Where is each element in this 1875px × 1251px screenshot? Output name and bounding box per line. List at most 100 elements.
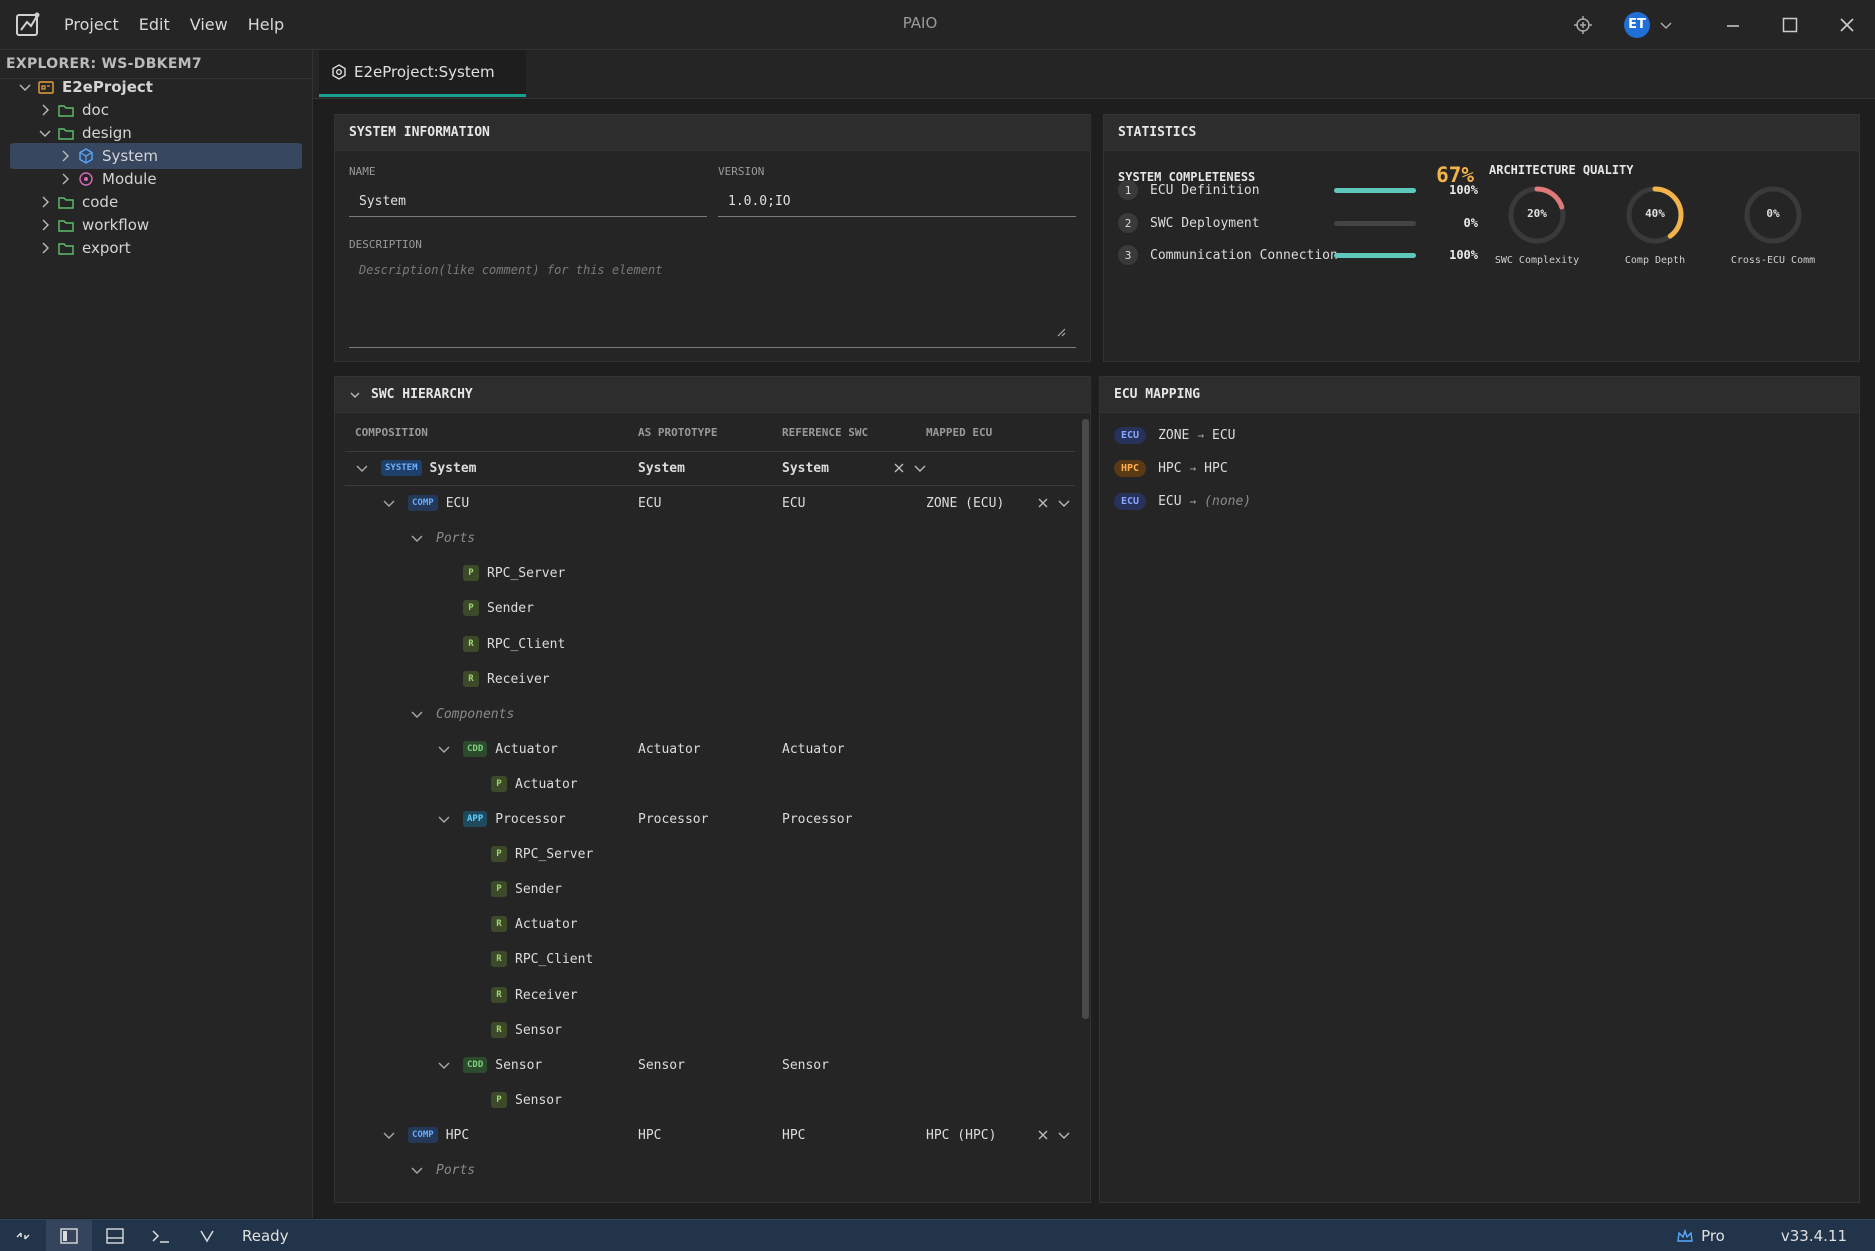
chevron-right-icon[interactable] [38, 103, 52, 117]
table-row[interactable]: R RPC_Client [345, 942, 1075, 976]
chevron-right-icon[interactable] [58, 172, 72, 186]
description-label: DESCRIPTION [349, 238, 422, 251]
plan-label[interactable]: Pro [1701, 1227, 1725, 1245]
table-row[interactable]: P RPC_Server [345, 837, 1075, 871]
group-row[interactable]: Ports [345, 1153, 1075, 1187]
col-as-prototype: AS PROTOTYPE [638, 425, 718, 439]
ecu-mapping-row[interactable]: ECU ZONE → ECU [1114, 421, 1235, 449]
tree-item-export[interactable]: export [0, 235, 300, 261]
gauge-value: 0% [1766, 207, 1780, 220]
table-row[interactable]: R Sensor [345, 1013, 1075, 1047]
swc-hierarchy-header[interactable]: SWC HIERARCHY [335, 377, 1090, 413]
table-row[interactable]: SYSTEM System System System [345, 451, 1075, 486]
chevron-right-icon[interactable] [38, 195, 52, 209]
tab-system[interactable]: E2eProject:System [319, 50, 526, 97]
chevron-down-icon[interactable] [18, 80, 32, 94]
composition-name: Sensor [495, 1057, 543, 1073]
menu-help[interactable]: Help [248, 15, 284, 34]
table-row[interactable]: R Receiver [345, 978, 1075, 1012]
chevron-down-icon[interactable] [38, 126, 52, 140]
ecu-mapping-row[interactable]: ECU ECU → (none) [1114, 487, 1251, 515]
minimize-icon [1726, 24, 1739, 27]
item-percent: 100% [1449, 248, 1478, 262]
table-row[interactable]: P Sensor [345, 1083, 1075, 1117]
completeness-item: 3 Communication Connection 100% [1118, 243, 1488, 267]
toggle-sidebar-button[interactable] [46, 1220, 92, 1251]
chevron-right-icon[interactable] [38, 218, 52, 232]
dropdown-chevron-down-icon[interactable] [1057, 1128, 1071, 1142]
chevron-down-icon[interactable] [355, 461, 369, 475]
collapse-chevron-down-icon[interactable] [349, 389, 361, 401]
table-row[interactable]: APP Processor Processor Processor [345, 802, 1075, 836]
table-row[interactable]: CDD Sensor Sensor Sensor [345, 1048, 1075, 1082]
chevron-down-icon[interactable] [410, 531, 424, 545]
item-number: 1 [1118, 180, 1138, 200]
table-row[interactable]: P Actuator [345, 767, 1075, 801]
chevron-down-icon[interactable] [410, 1163, 424, 1177]
mapping-target: ECU [1212, 427, 1236, 443]
terminal-button[interactable] [138, 1220, 184, 1251]
tab-label: E2eProject:System [354, 63, 495, 81]
as-prototype-cell: Processor [638, 811, 709, 827]
system-information-title: SYSTEM INFORMATION [335, 115, 1090, 151]
menu-project[interactable]: Project [64, 15, 119, 34]
table-row[interactable]: R Actuator [345, 907, 1075, 941]
quality-gauge: 0% Cross-ECU Comm [1718, 183, 1828, 266]
name-field[interactable]: System [349, 187, 707, 217]
maximize-button[interactable] [1761, 0, 1818, 49]
as-prototype-cell: ECU [638, 495, 662, 511]
chevron-right-icon[interactable] [38, 241, 52, 255]
menu-edit[interactable]: Edit [139, 15, 170, 34]
clear-icon[interactable] [1037, 1129, 1049, 1141]
table-row[interactable]: COMP ECU ECU ECU ZONE (ECU) [345, 486, 1075, 520]
chevron-down-icon[interactable] [437, 742, 451, 756]
completeness-item: 2 SWC Deployment 0% [1118, 211, 1488, 235]
table-row[interactable]: R RPC_Client [345, 627, 1075, 661]
close-window-button[interactable] [1818, 0, 1875, 49]
chevron-down-icon[interactable] [410, 707, 424, 721]
user-avatar[interactable]: ET [1624, 11, 1650, 38]
debug-icon[interactable] [1572, 14, 1594, 36]
editor-tabs: E2eProject:System [313, 50, 1875, 99]
group-row[interactable]: Components [345, 697, 1075, 731]
remote-button[interactable] [0, 1220, 46, 1251]
swc-scrollbar[interactable] [1082, 419, 1089, 1019]
item-progress-fill [1334, 253, 1416, 258]
clear-icon[interactable] [1037, 497, 1049, 509]
chevron-down-icon[interactable] [437, 1058, 451, 1072]
table-row[interactable]: P Sender [345, 591, 1075, 625]
r-badge: R [463, 671, 479, 687]
table-row[interactable]: P RPC_Server [345, 556, 1075, 590]
tree-item-label: E2eProject [62, 78, 153, 96]
sidebar-layout-icon [60, 1227, 78, 1244]
table-row[interactable]: CDD Actuator Actuator Actuator [345, 732, 1075, 766]
mapping-target: (none) [1204, 493, 1252, 509]
table-row[interactable]: R Receiver [345, 662, 1075, 696]
dropdown-chevron-down-icon[interactable] [1057, 496, 1071, 510]
description-textarea[interactable]: Description(like comment) for this eleme… [349, 257, 1076, 348]
ecu-mapping-row[interactable]: HPC HPC → HPC [1114, 454, 1228, 482]
as-prototype-cell: Actuator [638, 741, 701, 757]
version-field[interactable]: 1.0.0;IO [718, 187, 1076, 217]
comp-badge: COMP [408, 1127, 438, 1143]
composition-cell: R Sensor [465, 1013, 562, 1047]
menu-view[interactable]: View [190, 15, 228, 34]
group-row[interactable]: Ports [345, 521, 1075, 555]
chevron-down-icon[interactable] [437, 812, 451, 826]
toggle-panel-button[interactable] [92, 1220, 138, 1251]
table-row[interactable]: COMP HPC HPC HPC HPC (HPC) [345, 1118, 1075, 1152]
chevron-down-icon[interactable] [382, 1128, 396, 1142]
name-label: NAME [349, 165, 376, 178]
minimize-button[interactable] [1704, 0, 1761, 49]
chevron-right-icon[interactable] [58, 149, 72, 163]
system-gear-icon [332, 64, 346, 80]
account-chevron-down-icon[interactable] [1658, 17, 1674, 33]
dropdown-chevron-down-icon[interactable] [913, 461, 927, 475]
version-control-button[interactable] [184, 1220, 230, 1251]
clear-icon[interactable] [893, 462, 905, 474]
resize-handle-icon[interactable] [1056, 327, 1066, 337]
table-row[interactable]: P Sender [345, 872, 1075, 906]
mapping-source: ECU [1158, 493, 1182, 509]
arrow-right-icon: → [1197, 428, 1204, 442]
chevron-down-icon[interactable] [382, 496, 396, 510]
